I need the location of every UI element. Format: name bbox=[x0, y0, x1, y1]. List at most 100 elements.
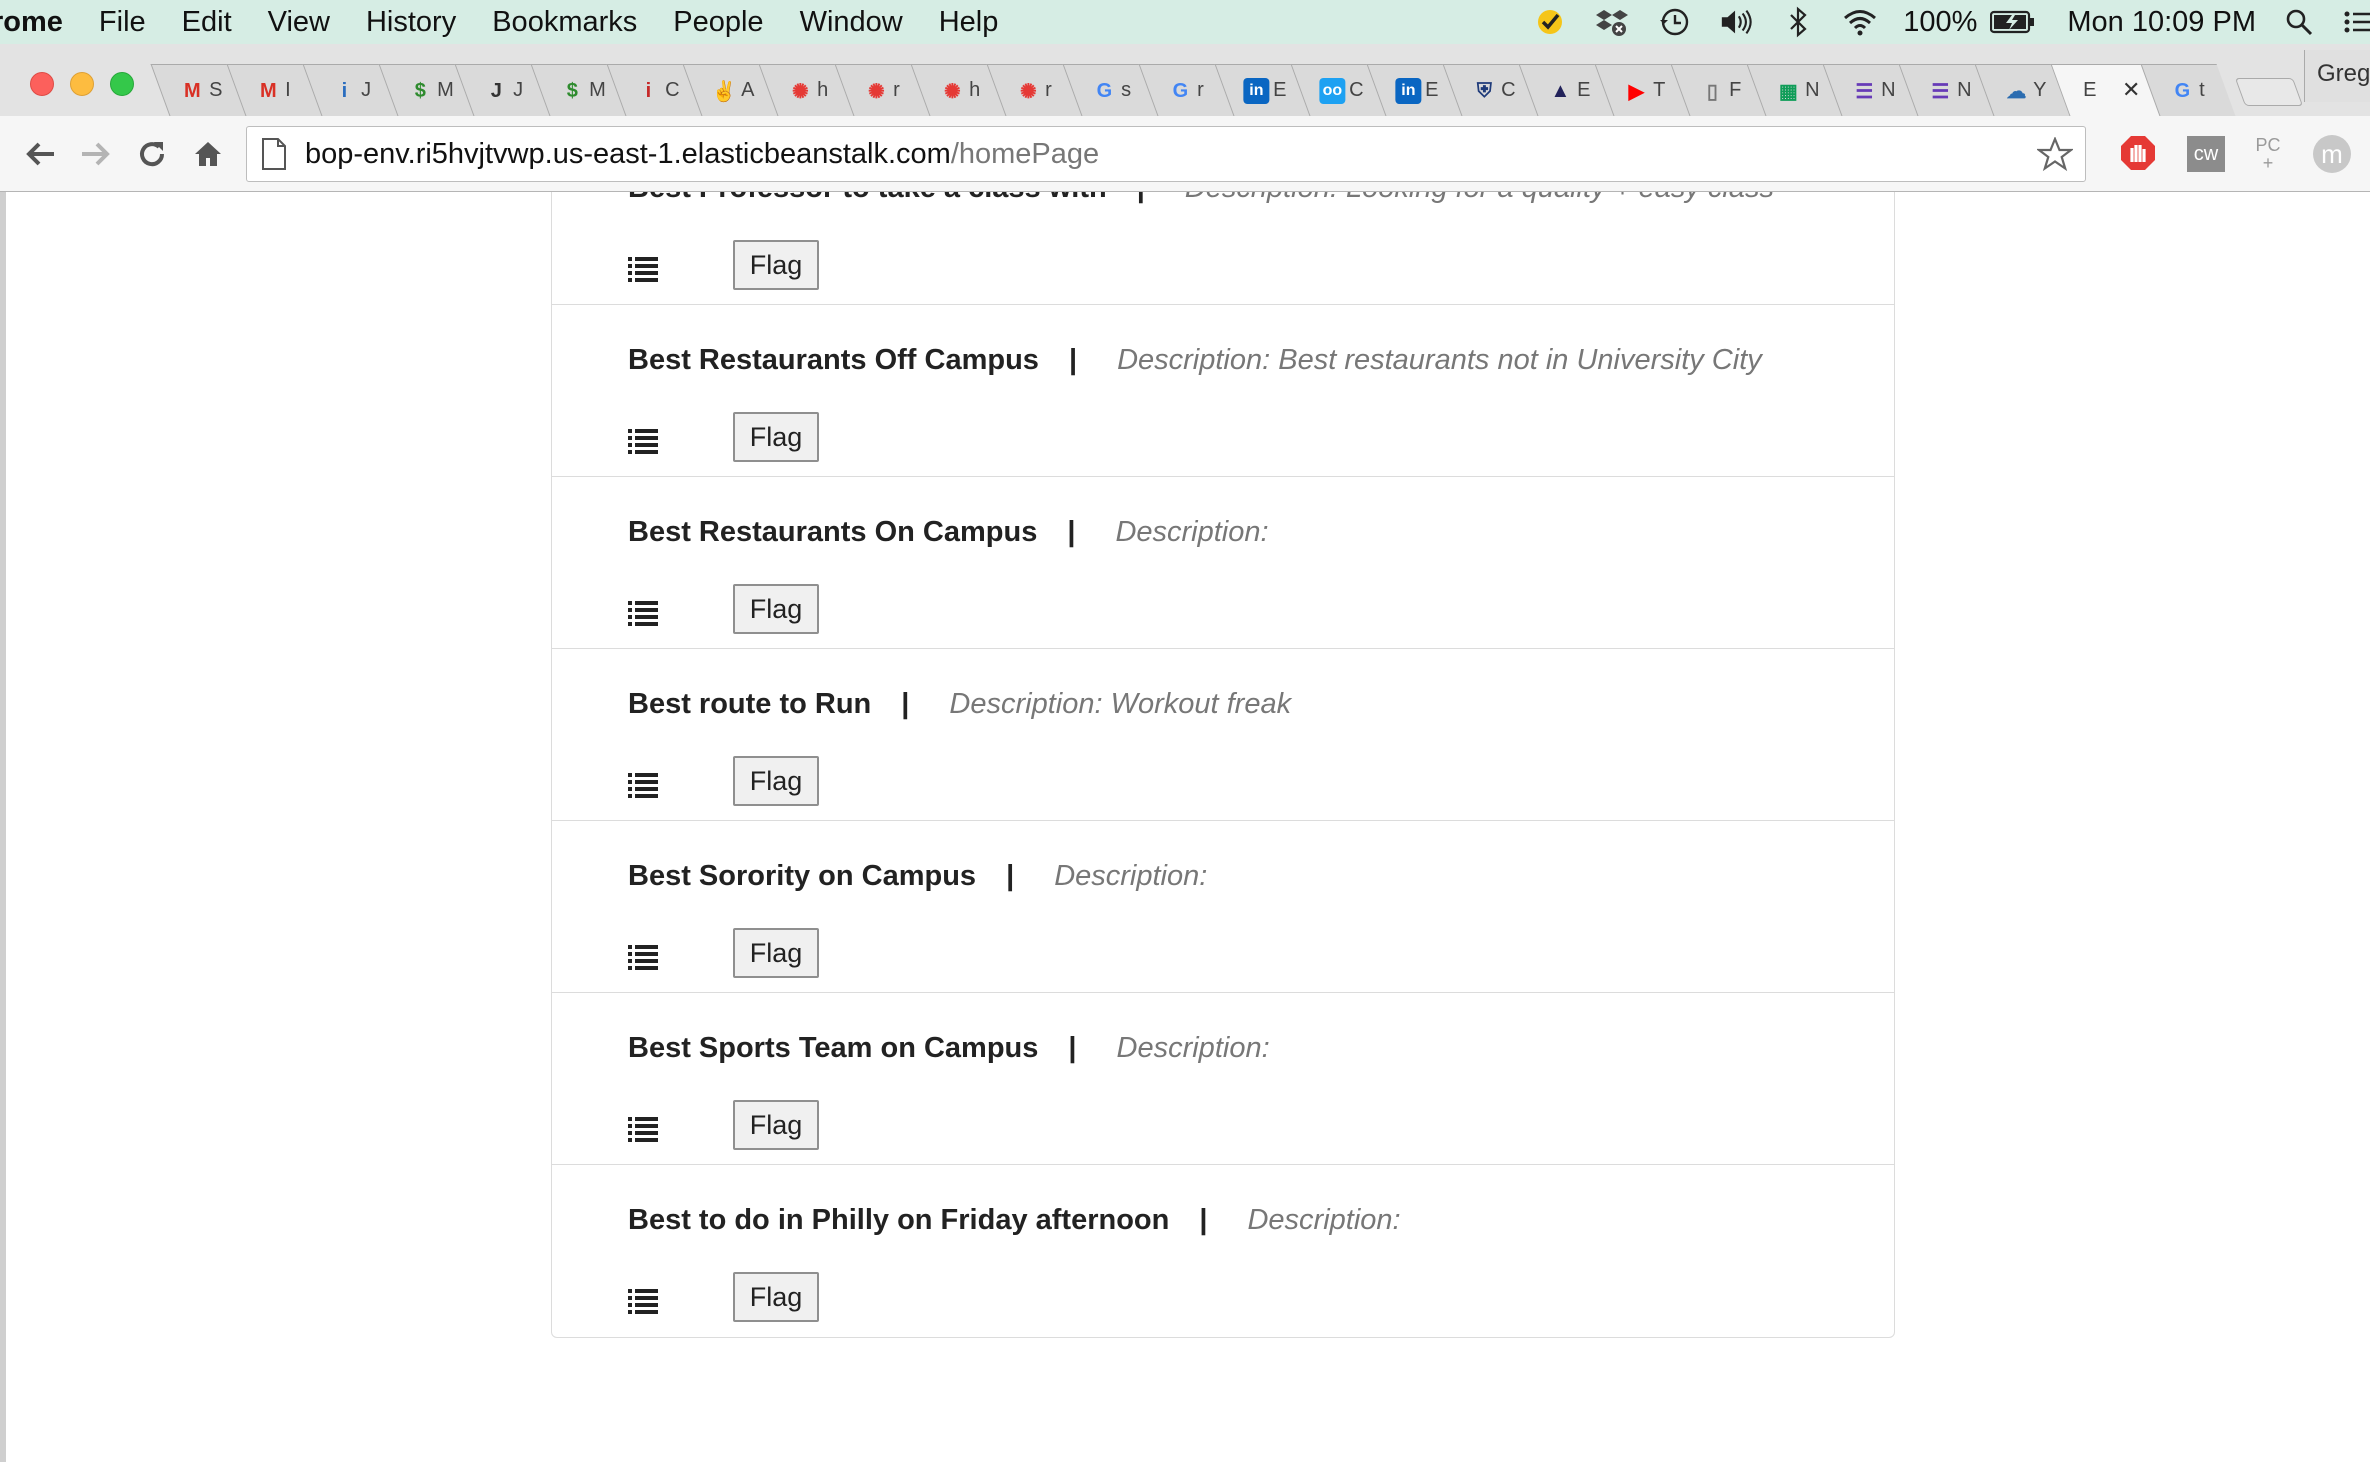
flag-button[interactable]: Flag bbox=[733, 1100, 819, 1150]
gmail-icon: M bbox=[184, 79, 201, 102]
cloud-icon: ☁ bbox=[2006, 80, 2027, 103]
canvas-icon: ✺ bbox=[1019, 80, 1037, 103]
pc-extension-badge: PC + bbox=[2255, 135, 2281, 173]
spotlight-search-icon[interactable] bbox=[2282, 5, 2316, 39]
canvas-icon: ✺ bbox=[867, 80, 885, 103]
flag-button[interactable]: Flag bbox=[733, 1272, 819, 1322]
cw-extension-icon[interactable]: cw bbox=[2184, 132, 2228, 176]
list-icon[interactable] bbox=[628, 772, 658, 798]
norton-check-icon[interactable] bbox=[1533, 5, 1567, 39]
item-title[interactable]: Best Sorority on Campus bbox=[628, 860, 976, 893]
tab-title: Y bbox=[2033, 79, 2047, 101]
google-icon: G bbox=[1096, 79, 1113, 102]
item-separator: | bbox=[1199, 1204, 1208, 1236]
item-title[interactable]: Best Sports Team on Campus bbox=[628, 1032, 1038, 1065]
flag-button[interactable]: Flag bbox=[733, 412, 819, 462]
menu-window[interactable]: Window bbox=[782, 6, 921, 39]
window-close-button[interactable] bbox=[30, 72, 54, 96]
list-icon[interactable] bbox=[628, 944, 658, 970]
list-item: Best Restaurants Off Campus | Descriptio… bbox=[552, 305, 1894, 477]
dropbox-icon[interactable] bbox=[1595, 5, 1629, 39]
item-separator: | bbox=[901, 688, 910, 720]
menu-people[interactable]: People bbox=[655, 6, 781, 39]
wifi-icon[interactable] bbox=[1843, 5, 1877, 39]
menu-app-name[interactable]: rome bbox=[0, 6, 81, 39]
list-icon[interactable] bbox=[628, 1116, 658, 1142]
forward-arrow-icon bbox=[82, 142, 110, 166]
menu-bookmarks[interactable]: Bookmarks bbox=[474, 6, 655, 39]
menu-history[interactable]: History bbox=[348, 6, 474, 39]
notification-center-icon[interactable] bbox=[2344, 5, 2370, 39]
window-zoom-button[interactable] bbox=[110, 72, 134, 96]
home-button[interactable] bbox=[188, 134, 228, 174]
list-item: Best Sorority on Campus | Description: F… bbox=[552, 821, 1894, 993]
list-icon[interactable] bbox=[628, 256, 658, 282]
pc-extension-icon[interactable]: PC + bbox=[2246, 132, 2290, 176]
tab-title: T bbox=[1653, 79, 1666, 101]
tab-title: N bbox=[1805, 79, 1820, 101]
flag-button[interactable]: Flag bbox=[733, 584, 819, 634]
tab-title: s bbox=[1121, 79, 1132, 101]
map-pin-icon: $ bbox=[566, 79, 578, 102]
list-icon[interactable] bbox=[628, 600, 658, 626]
linkedin-icon: in bbox=[1395, 78, 1422, 104]
linkedin-icon: in bbox=[1243, 78, 1270, 104]
m-extension-label: m bbox=[2313, 135, 2351, 173]
flag-button[interactable]: Flag bbox=[733, 928, 819, 978]
list-icon[interactable] bbox=[628, 1288, 658, 1314]
page-viewport: Best Professor to take a class with | De… bbox=[0, 192, 2370, 1462]
item-title[interactable]: Best to do in Philly on Friday afternoon bbox=[628, 1204, 1169, 1237]
item-title[interactable]: Best route to Run bbox=[628, 688, 871, 721]
time-machine-icon[interactable] bbox=[1657, 5, 1691, 39]
item-title[interactable]: Best Professor to take a class with bbox=[628, 192, 1107, 205]
bag-icon: ▲ bbox=[1550, 79, 1571, 102]
menu-view[interactable]: View bbox=[250, 6, 348, 39]
list-item: Best to do in Philly on Friday afternoon… bbox=[552, 1165, 1894, 1337]
list-icon[interactable] bbox=[628, 428, 658, 454]
bookmark-star-icon[interactable] bbox=[2037, 137, 2073, 173]
url-path: /homePage bbox=[950, 137, 1100, 170]
item-separator: | bbox=[1006, 860, 1015, 892]
volume-icon[interactable] bbox=[1719, 5, 1753, 39]
address-bar[interactable]: bop-env.ri5hvjtvwp.us-east-1.elasticbean… bbox=[246, 126, 2086, 182]
tab-close-icon[interactable]: ✕ bbox=[2122, 77, 2140, 103]
reload-button[interactable] bbox=[132, 134, 172, 174]
new-tab-button[interactable] bbox=[2234, 78, 2304, 106]
list-item: Best Sports Team on Campus | Description… bbox=[552, 993, 1894, 1165]
tab-list: M S M Ii J $ M J J $ Mi C ✌ A ✺ h ✺ r ✺ h ✺ r Gs Gr in Eoo Cin E ⛨ C ▲… bbox=[150, 64, 2304, 116]
item-description: Description: bbox=[1054, 860, 1208, 892]
back-button[interactable] bbox=[20, 134, 60, 174]
menubar-clock[interactable]: Mon 10:09 PM bbox=[2067, 6, 2256, 39]
item-title[interactable]: Best Restaurants On Campus bbox=[628, 516, 1037, 549]
item-description: Description: Best restaurants not in Uni… bbox=[1117, 344, 1762, 376]
tab-title: A bbox=[741, 79, 755, 101]
m-extension-icon[interactable]: m bbox=[2310, 132, 2354, 176]
menu-file[interactable]: File bbox=[81, 6, 164, 39]
oo-icon: oo bbox=[1319, 78, 1346, 104]
tab-title: t bbox=[2199, 79, 2205, 101]
profile-button[interactable]: Greg bbox=[2304, 50, 2370, 102]
window-minimize-button[interactable] bbox=[70, 72, 94, 96]
battery-charging-icon[interactable] bbox=[1989, 5, 2037, 39]
tab-title: I bbox=[285, 79, 291, 101]
forward-button[interactable] bbox=[76, 134, 116, 174]
item-description: Description: bbox=[1247, 1204, 1401, 1236]
list-item: Best Professor to take a class with | De… bbox=[552, 192, 1894, 305]
tab-title: E bbox=[1577, 79, 1591, 101]
tab-title: h bbox=[817, 79, 829, 101]
bluetooth-icon[interactable] bbox=[1781, 5, 1815, 39]
tab-title: M bbox=[589, 79, 606, 101]
url-domain: bop-env.ri5hvjtvwp.us-east-1.elasticbean… bbox=[305, 137, 951, 170]
adblock-extension-icon[interactable] bbox=[2116, 132, 2160, 176]
menu-edit[interactable]: Edit bbox=[164, 6, 250, 39]
list-item: Best Restaurants On Campus | Description… bbox=[552, 477, 1894, 649]
flag-button[interactable]: Flag bbox=[733, 756, 819, 806]
flag-button[interactable]: Flag bbox=[733, 240, 819, 290]
tab-title: N bbox=[1881, 79, 1896, 101]
menu-help[interactable]: Help bbox=[921, 6, 1017, 39]
url-text[interactable]: bop-env.ri5hvjtvwp.us-east-1.elasticbean… bbox=[305, 138, 1099, 171]
item-title[interactable]: Best Restaurants Off Campus bbox=[628, 344, 1039, 377]
list-item-heading: Best Professor to take a class with | De… bbox=[628, 192, 1774, 205]
mac-menu-bar: rome File Edit View History Bookmarks Pe… bbox=[0, 0, 2370, 44]
tab-title: N bbox=[1957, 79, 1972, 101]
